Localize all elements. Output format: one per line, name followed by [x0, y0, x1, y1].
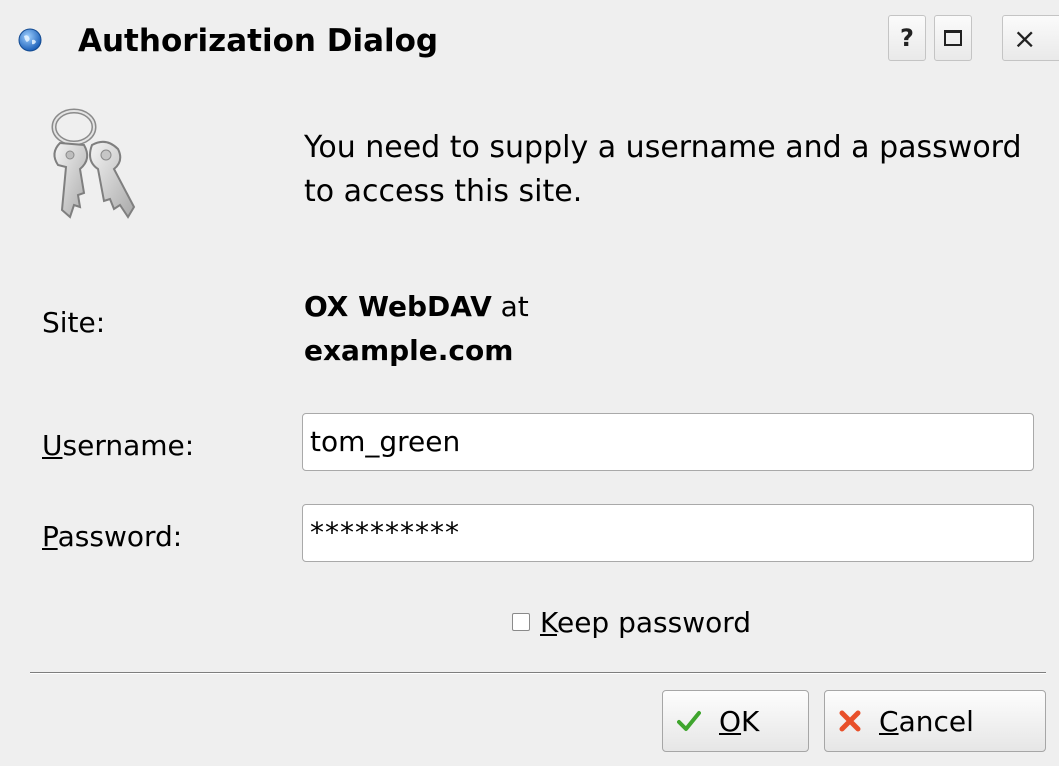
ok-label: OK — [719, 704, 760, 738]
auth-message: You need to supply a username and a pass… — [304, 130, 1022, 209]
help-icon: ? — [900, 24, 914, 52]
checkmark-icon — [677, 711, 701, 731]
globe-icon — [18, 28, 42, 52]
separator — [30, 672, 1046, 674]
maximize-button[interactable] — [934, 15, 972, 61]
site-host: example.com — [304, 334, 514, 367]
site-at: at — [491, 290, 529, 323]
username-field[interactable]: tom_green — [302, 413, 1034, 471]
cancel-button[interactable]: Cancel — [824, 690, 1046, 752]
site-value: OX WebDAV at example.com — [304, 285, 529, 373]
window-title: Authorization Dialog — [78, 23, 439, 59]
close-icon: × — [1013, 21, 1037, 55]
close-button[interactable]: × — [1002, 15, 1059, 61]
cross-icon — [839, 710, 861, 732]
site-name: OX WebDAV — [304, 290, 492, 323]
keep-password-checkbox[interactable]: Keep password — [512, 600, 751, 644]
help-button[interactable]: ? — [888, 15, 926, 61]
username-label: Username: — [42, 429, 195, 462]
keep-password-label: Keep password — [540, 605, 752, 639]
password-label: Password: — [42, 520, 183, 553]
cancel-label: Cancel — [879, 704, 974, 738]
maximize-icon — [944, 30, 962, 46]
site-label: Site: — [42, 306, 106, 339]
password-field[interactable]: ********** — [302, 504, 1034, 562]
checkbox-box[interactable] — [512, 613, 530, 631]
ok-button[interactable]: OK — [662, 690, 809, 752]
keys-icon — [51, 108, 136, 219]
title-bar[interactable]: Authorization Dialog ? × — [0, 0, 1059, 82]
